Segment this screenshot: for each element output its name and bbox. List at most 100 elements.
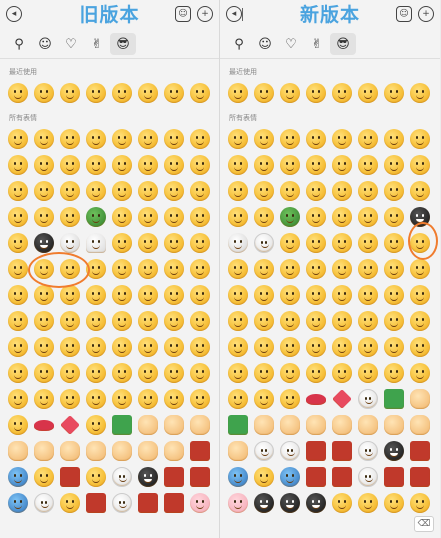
emoji[interactable] bbox=[280, 493, 300, 513]
emoji[interactable] bbox=[358, 207, 378, 227]
emoji[interactable] bbox=[86, 337, 106, 357]
emoji[interactable] bbox=[164, 337, 184, 357]
emoji[interactable] bbox=[86, 415, 106, 435]
emoji[interactable] bbox=[384, 493, 404, 513]
emoji[interactable] bbox=[164, 233, 184, 253]
emoji[interactable] bbox=[164, 259, 184, 279]
emoji[interactable] bbox=[190, 233, 210, 253]
emoji[interactable] bbox=[410, 181, 430, 201]
emoji[interactable] bbox=[332, 389, 352, 409]
emoji[interactable] bbox=[8, 467, 28, 487]
emoji[interactable] bbox=[384, 441, 404, 461]
emoji[interactable] bbox=[410, 129, 430, 149]
emoji[interactable] bbox=[60, 233, 80, 253]
emoji[interactable] bbox=[112, 493, 132, 513]
emoji[interactable] bbox=[332, 83, 352, 103]
emoji[interactable] bbox=[306, 155, 326, 175]
emoji[interactable] bbox=[280, 467, 300, 487]
emoji[interactable] bbox=[280, 285, 300, 305]
emoji-pack-icon[interactable]: 😎 bbox=[110, 33, 136, 55]
emoji[interactable] bbox=[112, 337, 132, 357]
emoji[interactable] bbox=[228, 363, 248, 383]
emoji[interactable] bbox=[60, 363, 80, 383]
emoji[interactable] bbox=[384, 181, 404, 201]
emoji[interactable] bbox=[164, 129, 184, 149]
emoji[interactable] bbox=[8, 207, 28, 227]
delete-icon[interactable]: ⌫ bbox=[414, 516, 434, 532]
emoji[interactable] bbox=[228, 311, 248, 331]
emoji[interactable] bbox=[190, 493, 210, 513]
emoji[interactable] bbox=[190, 389, 210, 409]
emoji[interactable] bbox=[34, 129, 54, 149]
emoji[interactable] bbox=[8, 337, 28, 357]
emoji[interactable] bbox=[280, 363, 300, 383]
emoji[interactable] bbox=[410, 441, 430, 461]
emoji[interactable] bbox=[60, 441, 80, 461]
emoji[interactable] bbox=[60, 285, 80, 305]
emoji[interactable] bbox=[8, 259, 28, 279]
emoji[interactable] bbox=[358, 181, 378, 201]
emoji[interactable] bbox=[34, 83, 54, 103]
emoji[interactable] bbox=[332, 415, 352, 435]
emoji[interactable] bbox=[34, 259, 54, 279]
emoji[interactable] bbox=[332, 337, 352, 357]
emoji[interactable] bbox=[112, 441, 132, 461]
emoji[interactable] bbox=[8, 493, 28, 513]
emoji[interactable] bbox=[60, 415, 80, 435]
emoji[interactable] bbox=[86, 207, 106, 227]
emoji[interactable] bbox=[332, 155, 352, 175]
emoji[interactable] bbox=[332, 311, 352, 331]
emoji[interactable] bbox=[34, 420, 54, 431]
emoji[interactable] bbox=[34, 207, 54, 227]
emoji[interactable] bbox=[138, 389, 158, 409]
emoji[interactable] bbox=[358, 83, 378, 103]
emoji[interactable] bbox=[86, 467, 106, 487]
emoji[interactable] bbox=[358, 285, 378, 305]
emoji[interactable] bbox=[384, 285, 404, 305]
emoji[interactable] bbox=[306, 181, 326, 201]
emoji[interactable] bbox=[254, 285, 274, 305]
emoji[interactable] bbox=[306, 129, 326, 149]
emoji[interactable] bbox=[190, 337, 210, 357]
emoji[interactable] bbox=[306, 83, 326, 103]
emoji[interactable] bbox=[306, 493, 326, 513]
emoji[interactable] bbox=[306, 259, 326, 279]
emoji[interactable] bbox=[112, 181, 132, 201]
emoji[interactable] bbox=[190, 311, 210, 331]
emoji[interactable] bbox=[8, 155, 28, 175]
emoji[interactable] bbox=[228, 415, 248, 435]
emoji[interactable] bbox=[410, 155, 430, 175]
emoji[interactable] bbox=[306, 285, 326, 305]
emoji[interactable] bbox=[254, 181, 274, 201]
emoji[interactable] bbox=[60, 207, 80, 227]
emoji[interactable] bbox=[358, 493, 378, 513]
emoji[interactable] bbox=[8, 285, 28, 305]
emoji[interactable] bbox=[306, 415, 326, 435]
search-icon[interactable]: ⚲ bbox=[6, 33, 32, 55]
emoji[interactable] bbox=[254, 493, 274, 513]
emoji[interactable] bbox=[228, 129, 248, 149]
emoji[interactable] bbox=[164, 363, 184, 383]
emoji[interactable] bbox=[138, 467, 158, 487]
emoji[interactable] bbox=[332, 363, 352, 383]
emoji[interactable] bbox=[410, 233, 430, 253]
emoji[interactable] bbox=[164, 467, 184, 487]
emoji[interactable] bbox=[228, 155, 248, 175]
emoji[interactable] bbox=[34, 389, 54, 409]
emoji[interactable] bbox=[60, 129, 80, 149]
emoji[interactable] bbox=[138, 415, 158, 435]
emoji[interactable] bbox=[254, 83, 274, 103]
emoji[interactable] bbox=[60, 259, 80, 279]
emoji[interactable] bbox=[34, 441, 54, 461]
emoji[interactable] bbox=[34, 311, 54, 331]
emoji[interactable] bbox=[8, 441, 28, 461]
emoji[interactable] bbox=[138, 311, 158, 331]
emoji[interactable] bbox=[60, 493, 80, 513]
emoji[interactable] bbox=[164, 415, 184, 435]
emoji[interactable] bbox=[34, 337, 54, 357]
emoji[interactable] bbox=[138, 207, 158, 227]
emoji[interactable] bbox=[280, 181, 300, 201]
emoji-pack-icon[interactable]: 😎 bbox=[330, 33, 356, 55]
emoji[interactable] bbox=[164, 207, 184, 227]
emoji[interactable] bbox=[112, 259, 132, 279]
